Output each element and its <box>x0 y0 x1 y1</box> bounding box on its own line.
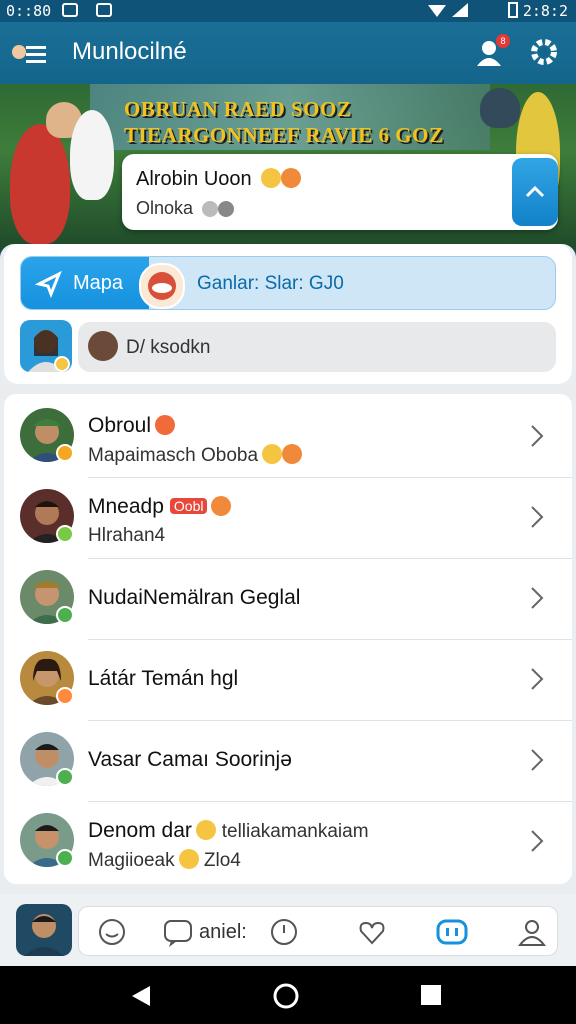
banner-character <box>10 124 70 244</box>
back-nav-icon[interactable] <box>130 984 152 1008</box>
map-chip-text: Ganlar: Slar: GJ0 <box>197 273 344 294</box>
contact-subtitle: Mapaimasch Oboba <box>88 445 259 466</box>
profile-tab-icon[interactable] <box>515 915 549 949</box>
list-item[interactable]: Obroul Mapaimasch Oboba <box>4 396 572 478</box>
neutral-emoji-icon <box>202 201 219 217</box>
banner-character <box>480 88 520 128</box>
fire-emoji-icon <box>155 415 176 435</box>
notification-badge: 8 <box>496 34 510 48</box>
blush-emoji-icon <box>281 168 302 188</box>
status-time: 0::80 <box>6 2 52 20</box>
chevron-right-icon <box>531 749 544 771</box>
list-item[interactable]: Denom dar telliakamankaiam Magiioeak Zlo… <box>4 801 572 883</box>
featured-card[interactable]: Alrobin Uoon Olnoka <box>122 154 558 230</box>
chip-avatar <box>139 263 185 309</box>
status-input-text: D/ ksodkn <box>126 337 211 358</box>
menu-icon[interactable] <box>10 38 50 70</box>
clock-tab-icon[interactable] <box>267 915 301 949</box>
chevron-right-icon <box>531 668 544 690</box>
banner-headline-line1: OBRUAN RAED SOOZ <box>124 97 352 121</box>
chevron-right-icon <box>531 425 544 447</box>
banner-headline-line2: TIEARGONNEEF RAVIE 6 GOZ <box>124 123 444 147</box>
contact-subtitle: Magiioeak <box>88 850 175 871</box>
contact-name: Látár Temán hgl <box>88 667 239 690</box>
status-input[interactable]: D/ ksodkn <box>78 322 556 372</box>
neutral-emoji-icon <box>218 201 235 217</box>
mini-avatar <box>88 331 118 361</box>
chevron-right-icon <box>531 506 544 528</box>
status-indicator <box>56 687 74 705</box>
status-bar: 0::80 2:8:2 <box>0 0 576 22</box>
contact-tag-badge: Oobl <box>169 498 208 514</box>
map-chip-bar[interactable]: Mapa Ganlar: Slar: GJ0 <box>20 256 556 310</box>
featured-card-name: Alrobin Uoon <box>136 168 252 190</box>
contact-name: Obroul <box>88 414 152 437</box>
chevron-right-icon <box>531 830 544 852</box>
status-indicator <box>56 525 74 543</box>
contact-name: NudaiNemälran Geglal <box>88 586 301 609</box>
notification-icon <box>62 3 78 17</box>
list-item[interactable]: NudaiNemälran Geglal <box>4 558 572 640</box>
contact-name: Mneadp <box>88 495 164 518</box>
emoji-tab-icon[interactable] <box>95 915 129 949</box>
my-avatar[interactable] <box>20 320 72 372</box>
photo-icon <box>96 3 112 17</box>
bottom-bar: aniel: <box>0 894 576 966</box>
status-right-text: 2:8:2 <box>522 2 568 20</box>
contact-subtitle-extra: Zlo4 <box>203 850 241 871</box>
location-arrow-icon <box>35 270 62 298</box>
contact-subtitle: Hlrahan4 <box>88 525 166 546</box>
smile-emoji-icon <box>262 444 283 464</box>
gear-icon[interactable] <box>528 36 560 68</box>
map-button-label: Mapa <box>73 272 124 294</box>
contact-name: Denom dar <box>88 819 192 842</box>
messages-tab-icon[interactable] <box>435 915 469 949</box>
game-badge-icon <box>148 272 176 300</box>
chat-tab-icon[interactable] <box>161 915 195 949</box>
contact-name: Vasar Camaı Soorinjə <box>88 748 292 771</box>
list-item[interactable]: Mneadp Oobl Hlrahan4 <box>4 477 572 559</box>
battery-icon <box>508 2 518 18</box>
sticker-icon <box>211 496 232 516</box>
home-nav-icon[interactable] <box>272 982 300 1010</box>
system-nav-bar <box>0 966 576 1024</box>
status-indicator <box>56 444 74 462</box>
tab-tray: aniel: <box>78 906 558 956</box>
featured-card-sub: Olnoka <box>136 198 194 218</box>
recents-nav-icon[interactable] <box>420 984 442 1006</box>
status-indicator <box>56 849 74 867</box>
chevron-up-icon <box>525 185 545 198</box>
contact-name-extra: telliakamankaiam <box>221 821 369 842</box>
map-button[interactable]: Mapa <box>21 257 149 309</box>
app-bar: Munlocilné 8 <box>0 22 576 84</box>
list-item[interactable]: Látár Temán hgl <box>4 639 572 721</box>
banner-character <box>70 110 114 200</box>
heart-tab-icon[interactable] <box>355 915 389 949</box>
chevron-right-icon <box>531 587 544 609</box>
smile-emoji-icon <box>261 168 282 188</box>
heart-eyes-emoji-icon <box>282 444 303 464</box>
tab-label[interactable]: aniel: <box>199 921 247 944</box>
profile-avatar[interactable] <box>16 904 72 956</box>
status-indicator <box>56 768 74 786</box>
app-title: Munlocilné <box>72 38 187 65</box>
avatar <box>28 330 70 372</box>
list-item[interactable]: Vasar Camaı Soorinjə <box>4 720 572 802</box>
signal-icon <box>428 3 468 17</box>
scroll-up-button[interactable] <box>512 158 558 226</box>
smile-emoji-icon <box>195 820 216 840</box>
status-indicator <box>56 606 74 624</box>
smile-emoji-icon <box>178 849 199 869</box>
